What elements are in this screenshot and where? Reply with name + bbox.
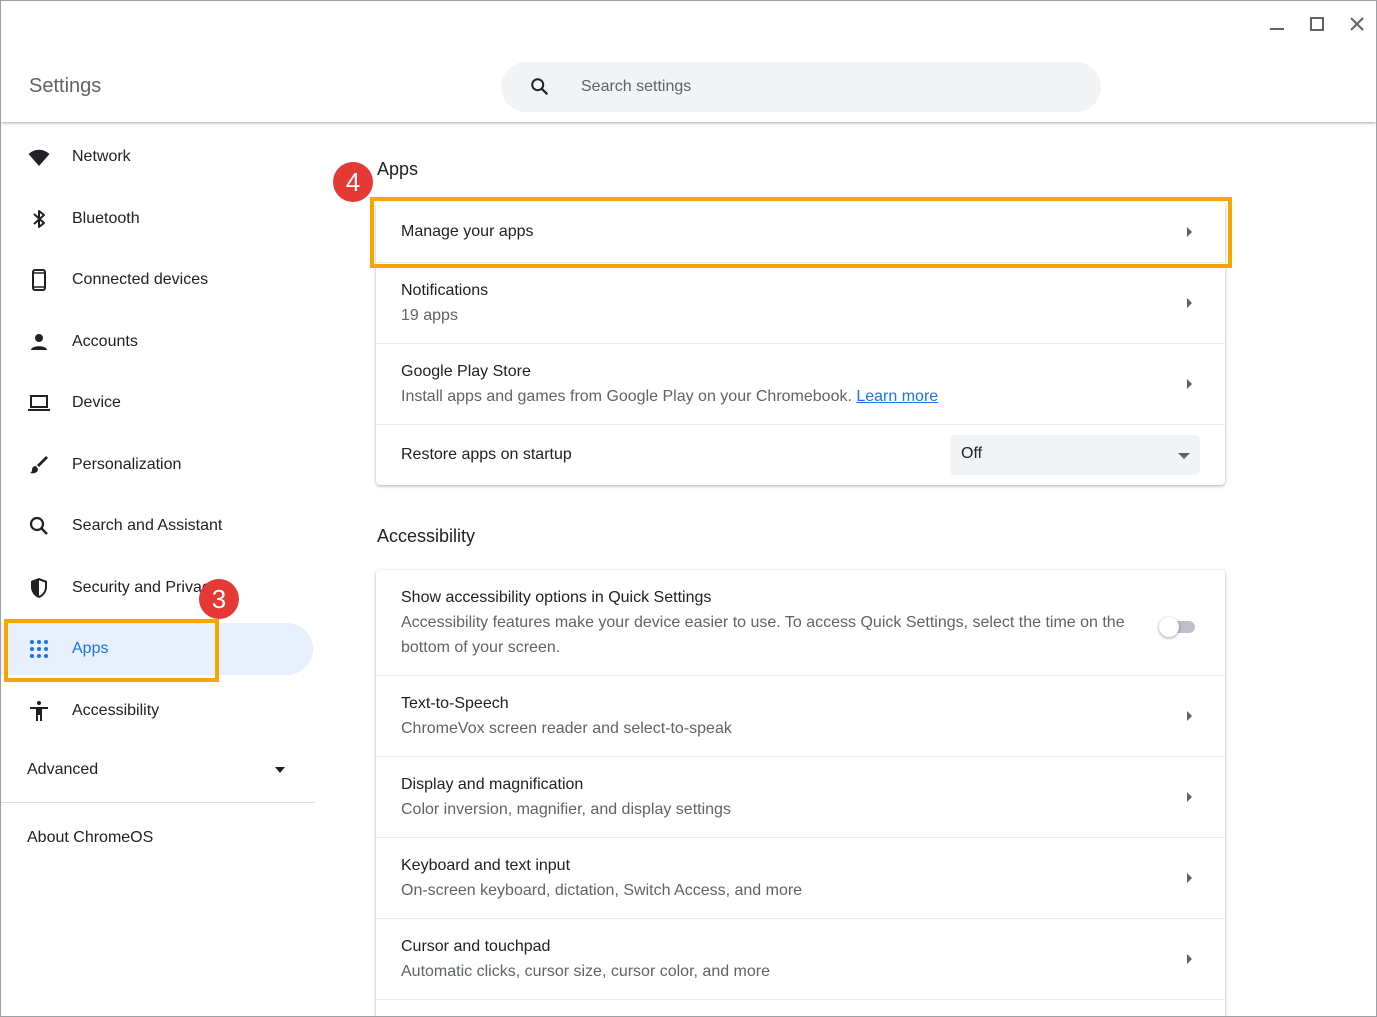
bluetooth-icon bbox=[27, 207, 51, 231]
minimize-icon bbox=[1270, 28, 1284, 30]
wifi-icon bbox=[27, 145, 51, 169]
chevron-right-icon bbox=[1187, 227, 1192, 237]
manage-apps-row[interactable]: Manage your apps bbox=[376, 202, 1225, 262]
apps-section-title: Apps bbox=[377, 159, 419, 179]
advanced-label: Advanced bbox=[27, 761, 99, 778]
next-row-partial[interactable] bbox=[376, 999, 1225, 1016]
accessibility-card: Show accessibility options in Quick Sett… bbox=[376, 570, 1225, 1016]
dropdown-arrow-icon bbox=[1178, 453, 1190, 459]
row-title: Restore apps on startup bbox=[401, 446, 572, 463]
sidebar-item-bluetooth[interactable]: Bluetooth bbox=[1, 193, 313, 245]
row-title: Keyboard and text input bbox=[401, 857, 571, 874]
row-subtitle: Color inversion, magnifier, and display … bbox=[401, 801, 731, 818]
row-subtitle: Automatic clicks, cursor size, cursor co… bbox=[401, 963, 771, 980]
sidebar-item-search-and-assistant[interactable]: Search and Assistant bbox=[1, 500, 313, 552]
close-icon bbox=[1350, 17, 1364, 31]
display-magnification-row[interactable]: Display and magnification Color inversio… bbox=[376, 756, 1225, 837]
chevron-right-icon bbox=[1187, 711, 1192, 721]
sidebar-divider bbox=[1, 802, 315, 803]
row-title: Text-to-Speech bbox=[401, 695, 509, 712]
notifications-row[interactable]: Notifications 19 apps bbox=[376, 262, 1225, 343]
quick-settings-accessibility-row: Show accessibility options in Quick Sett… bbox=[376, 570, 1225, 675]
chevron-right-icon bbox=[1187, 792, 1192, 802]
search-icon bbox=[531, 78, 549, 96]
chevron-right-icon bbox=[1187, 379, 1192, 389]
sidebar-item-accounts[interactable]: Accounts bbox=[1, 316, 313, 368]
learn-more-link[interactable]: Learn more bbox=[856, 388, 938, 405]
step-3-badge: 3 bbox=[199, 579, 239, 619]
select-value: Off bbox=[961, 445, 983, 462]
quick-settings-toggle[interactable] bbox=[1159, 615, 1199, 639]
brush-icon bbox=[27, 453, 51, 477]
sidebar-item-label: Accounts bbox=[72, 333, 138, 350]
row-subtitle: 19 apps bbox=[401, 307, 458, 324]
person-icon bbox=[27, 330, 51, 354]
search-input[interactable] bbox=[581, 74, 1061, 100]
row-subtitle: Install apps and games from Google Play … bbox=[401, 384, 938, 409]
restore-apps-select[interactable]: Off bbox=[950, 435, 1200, 475]
app-title: Settings bbox=[29, 75, 102, 97]
row-title: Show accessibility options in Quick Sett… bbox=[401, 589, 712, 606]
sidebar-item-label: Accessibility bbox=[72, 702, 160, 719]
sidebar-item-connected-devices[interactable]: Connected devices bbox=[1, 254, 313, 306]
sidebar-item-label: Apps bbox=[72, 640, 109, 657]
sidebar-item-label: Network bbox=[72, 148, 131, 165]
row-title: Manage your apps bbox=[401, 223, 534, 240]
row-title: Notifications bbox=[401, 282, 489, 299]
about-chromeos-link[interactable]: About ChromeOS bbox=[27, 829, 153, 847]
sidebar-item-label: Personalization bbox=[72, 456, 182, 473]
step-4-badge: 4 bbox=[333, 162, 373, 202]
text-to-speech-row[interactable]: Text-to-Speech ChromeVox screen reader a… bbox=[376, 675, 1225, 756]
advanced-toggle[interactable]: Advanced bbox=[1, 751, 313, 791]
sidebar-item-personalization[interactable]: Personalization bbox=[1, 439, 313, 491]
close-button[interactable] bbox=[1344, 11, 1370, 37]
maximize-icon bbox=[1310, 17, 1324, 31]
sidebar-item-security-and-privacy[interactable]: Security and Privacy bbox=[1, 562, 313, 614]
header: Settings bbox=[1, 1, 1376, 122]
laptop-icon bbox=[27, 391, 51, 415]
sidebar-item-network[interactable]: Network bbox=[1, 131, 313, 183]
sidebar-item-label: Connected devices bbox=[72, 271, 209, 288]
accessibility-section-title: Accessibility bbox=[377, 526, 476, 546]
row-title: Display and magnification bbox=[401, 776, 584, 793]
sidebar-item-device[interactable]: Device bbox=[1, 377, 313, 429]
row-subtitle: ChromeVox screen reader and select-to-sp… bbox=[401, 720, 732, 737]
search-box[interactable] bbox=[501, 62, 1101, 112]
sidebar: Network Bluetooth Connected devices Acco… bbox=[1, 123, 321, 1016]
chevron-right-icon bbox=[1187, 954, 1192, 964]
restore-apps-row: Restore apps on startup Off bbox=[376, 424, 1225, 486]
cursor-touchpad-row[interactable]: Cursor and touchpad Automatic clicks, cu… bbox=[376, 918, 1225, 999]
chevron-right-icon bbox=[1187, 873, 1192, 883]
sidebar-item-label: Bluetooth bbox=[72, 210, 140, 227]
settings-window: Settings Network Bluetooth bbox=[0, 0, 1377, 1017]
google-play-store-row[interactable]: Google Play Store Install apps and games… bbox=[376, 343, 1225, 424]
sidebar-item-label: Device bbox=[72, 394, 121, 411]
sidebar-item-accessibility[interactable]: Accessibility bbox=[1, 685, 313, 737]
minimize-button[interactable] bbox=[1264, 11, 1290, 37]
phone-icon bbox=[27, 268, 51, 292]
toggle-knob bbox=[1159, 617, 1179, 637]
sidebar-item-label: Security and Privacy bbox=[72, 579, 218, 596]
accessibility-icon bbox=[27, 699, 51, 723]
row-subtitle: Accessibility features make your device … bbox=[401, 614, 1125, 656]
maximize-button[interactable] bbox=[1304, 11, 1330, 37]
shield-icon bbox=[27, 576, 51, 600]
apps-grid-icon bbox=[27, 637, 51, 661]
search-icon bbox=[27, 514, 51, 538]
chevron-down-icon bbox=[275, 767, 285, 773]
row-title: Google Play Store bbox=[401, 363, 531, 380]
keyboard-text-input-row[interactable]: Keyboard and text input On-screen keyboa… bbox=[376, 837, 1225, 918]
chevron-right-icon bbox=[1187, 298, 1192, 308]
row-subtitle: On-screen keyboard, dictation, Switch Ac… bbox=[401, 882, 803, 899]
sidebar-item-apps[interactable]: Apps bbox=[1, 623, 313, 675]
row-title: Cursor and touchpad bbox=[401, 938, 551, 955]
row-subtitle-text: Install apps and games from Google Play … bbox=[401, 388, 852, 405]
sidebar-item-label: Search and Assistant bbox=[72, 517, 223, 534]
apps-card: Manage your apps Notifications 19 apps G… bbox=[376, 202, 1225, 485]
